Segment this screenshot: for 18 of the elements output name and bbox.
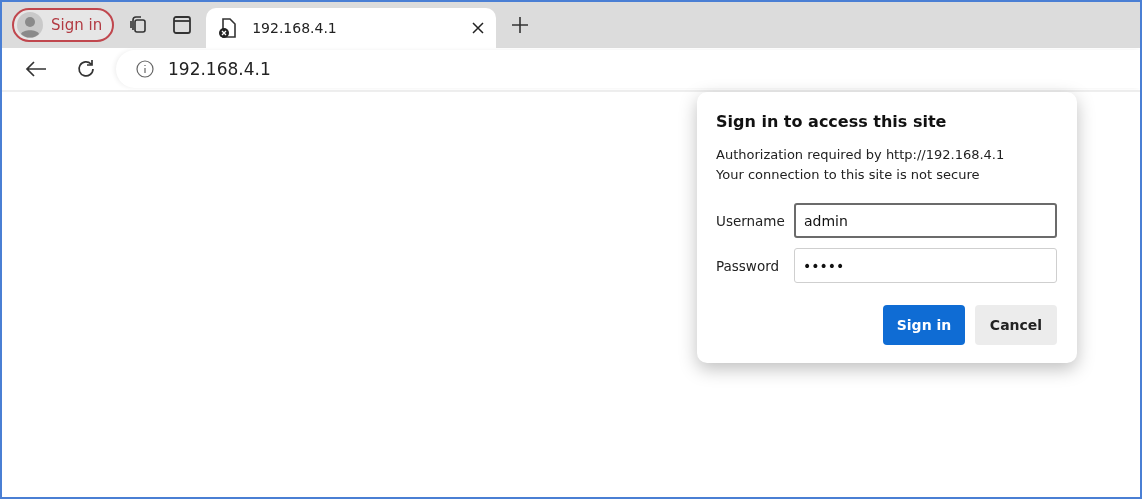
dialog-message: Authorization required by http://192.168.4.1 bbox=[716, 146, 1006, 164]
browser-tab[interactable]: 192.168.4.1 bbox=[206, 8, 497, 48]
avatar-icon bbox=[17, 12, 43, 38]
dialog-title: Sign in to access this site bbox=[716, 112, 948, 131]
input-field[interactable]: admin bbox=[794, 203, 1057, 238]
input-field[interactable]: ••••• bbox=[794, 248, 1057, 283]
url-text: 192.168.4.1 bbox=[168, 59, 271, 79]
address-bar[interactable]: 192.168.4.1 bbox=[116, 50, 1140, 88]
field-label: Password bbox=[716, 257, 781, 274]
cancel-button[interactable]: Cancel bbox=[975, 305, 1057, 345]
field-label: Username bbox=[716, 212, 786, 229]
sign-in-button[interactable]: Sign in bbox=[883, 305, 965, 345]
info-icon bbox=[136, 60, 154, 78]
close-icon[interactable] bbox=[472, 22, 485, 34]
profile-button[interactable]: Sign in bbox=[12, 8, 115, 42]
insecure-page-icon bbox=[218, 17, 239, 39]
tab-title: 192.168.4.1 bbox=[252, 20, 338, 36]
dialog-message: Your connection to this site is not secure bbox=[716, 166, 981, 184]
